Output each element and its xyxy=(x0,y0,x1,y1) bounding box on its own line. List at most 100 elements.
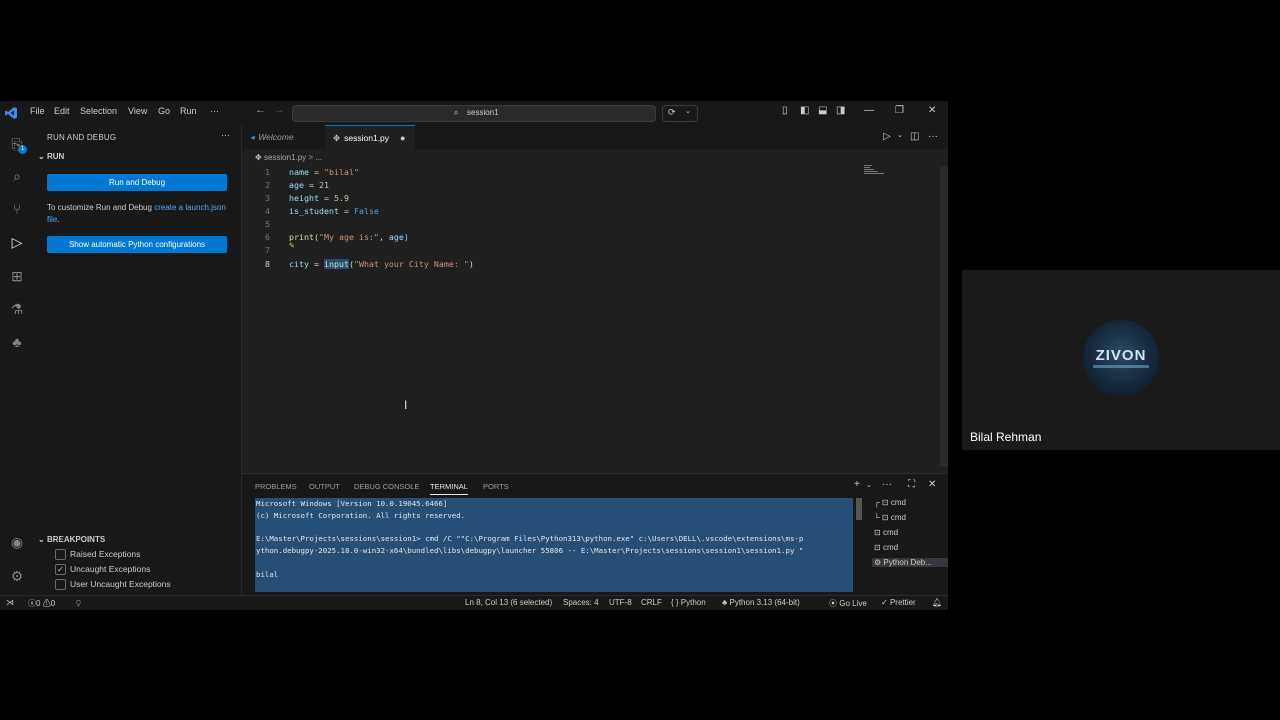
sidebar-title: RUN AND DEBUG xyxy=(47,133,117,142)
chevron-down-icon[interactable]: ⌄ xyxy=(897,131,903,139)
line-number: 4 xyxy=(265,206,270,216)
menu-selection[interactable]: Selection xyxy=(80,106,117,116)
run-debug-icon[interactable]: ▷ xyxy=(8,233,26,251)
toggle-sidebar-icon[interactable]: ◧ xyxy=(800,105,809,116)
command-center-search[interactable]: ⌕ session1 xyxy=(292,105,656,122)
run-and-debug-button[interactable]: Run and Debug xyxy=(47,174,227,191)
testing-icon[interactable]: ⚗ xyxy=(8,300,26,318)
tab-session1-py[interactable]: ✥ session1.py ● xyxy=(325,125,415,150)
menu-view[interactable]: View xyxy=(128,106,147,116)
more-actions-icon[interactable]: ··· xyxy=(928,131,938,142)
terminal-scrollbar[interactable] xyxy=(856,498,862,520)
run-section-header[interactable]: ⌄ RUN xyxy=(38,152,64,161)
token-number: 5.9 xyxy=(333,193,349,203)
encoding[interactable]: UTF-8 xyxy=(609,598,632,607)
line-ending[interactable]: CRLF xyxy=(641,598,662,607)
new-terminal-icon[interactable]: + xyxy=(854,479,860,490)
tab-welcome[interactable]: ◂ Welcome xyxy=(242,125,324,149)
minimize-icon[interactable]: — xyxy=(864,105,874,116)
menu-run[interactable]: Run xyxy=(180,106,197,116)
tab-problems[interactable]: PROBLEMS xyxy=(255,482,297,491)
checkbox-checked[interactable]: ✓ xyxy=(55,564,66,576)
more-actions-icon[interactable]: ··· xyxy=(882,479,892,490)
terminal-output[interactable]: Microsoft Windows [Version 10.0.19045.64… xyxy=(255,498,853,592)
split-editor-icon[interactable]: ◫ xyxy=(910,131,919,142)
menu-go[interactable]: Go xyxy=(158,106,170,116)
checkbox[interactable] xyxy=(55,549,66,561)
breakpoints-title: BREAKPOINTS xyxy=(46,535,106,544)
editor-scrollbar[interactable] xyxy=(940,167,948,467)
back-arrow-icon[interactable]: ← xyxy=(255,104,266,116)
prettier-status[interactable]: ✓ Prettier xyxy=(881,598,916,607)
participant-video-tile[interactable]: ZIVON Bilal Rehman xyxy=(962,270,1280,450)
remote-icon[interactable]: ⋊ xyxy=(6,598,14,607)
tab-terminal[interactable]: TERMINAL xyxy=(430,482,468,495)
more-actions-icon[interactable]: ··· xyxy=(221,130,230,140)
activity-bar: ⎘ 1 ⌕ ⑂ ▷ ⊞ ⚗ ♣ ◉ ⚙ xyxy=(0,125,33,595)
toggle-secondary-sidebar-icon[interactable]: ◨ xyxy=(836,105,845,116)
terminal-item-cmd[interactable]: ⊡ cmd xyxy=(874,543,898,552)
tab-ports[interactable]: PORTS xyxy=(483,482,509,491)
breakpoint-uncaught-exceptions[interactable]: ✓ Uncaught Exceptions xyxy=(55,564,151,576)
more-menu-icon[interactable]: ··· xyxy=(210,106,219,116)
breadcrumb[interactable]: ✥ session1.py > ... xyxy=(255,153,322,162)
terminal-item-python-debug[interactable]: ⚙ Python Deb... xyxy=(872,558,948,567)
terminal-item-cmd[interactable]: ⊡ cmd xyxy=(874,528,898,537)
breakpoint-label: Uncaught Exceptions xyxy=(70,564,151,574)
cursor-position[interactable]: Ln 8, Col 13 (6 selected) xyxy=(465,598,552,607)
vscode-logo-icon xyxy=(5,107,17,119)
terminal-item-cmd[interactable]: ┌ ⊡ cmd xyxy=(874,498,906,507)
terminal-item-cmd[interactable]: └ ⊡ cmd xyxy=(874,513,906,522)
show-python-configurations-button[interactable]: Show automatic Python configurations xyxy=(47,236,227,253)
toggle-panel-icon[interactable]: ⬓ xyxy=(818,105,827,116)
notifications-bell-icon[interactable]: 🔔︎ xyxy=(932,598,942,607)
toggle-layout-icon[interactable]: ▯ xyxy=(782,105,788,116)
terminal-item-label: Python Deb... xyxy=(883,558,932,567)
run-python-file-icon[interactable]: ▷ xyxy=(883,131,891,142)
line-number-current: 8 xyxy=(265,259,270,269)
account-icon[interactable]: ◉ xyxy=(8,533,26,551)
go-live-button[interactable]: ⦿ Go Live xyxy=(829,598,867,609)
tab-output[interactable]: OUTPUT xyxy=(309,482,340,491)
braces-icon: { } xyxy=(671,598,681,607)
menu-edit[interactable]: Edit xyxy=(54,106,70,116)
terminal-item-label: cmd xyxy=(882,543,899,552)
warning-icon: ⚠ xyxy=(42,599,51,608)
tab-debug-console[interactable]: DEBUG CONSOLE xyxy=(354,482,419,491)
language-mode[interactable]: { } Python xyxy=(671,598,706,607)
terminal-item-label: cmd xyxy=(890,513,906,522)
restore-icon[interactable]: ❐ xyxy=(895,105,904,116)
minimap[interactable] xyxy=(864,165,888,175)
forward-arrow-icon[interactable]: → xyxy=(274,104,285,116)
search-icon[interactable]: ⌕ xyxy=(8,167,26,185)
breakpoints-header[interactable]: ⌄ BREAKPOINTS xyxy=(38,535,105,544)
checkbox[interactable] xyxy=(55,579,66,591)
source-control-icon[interactable]: ⑂ xyxy=(8,200,26,218)
indentation[interactable]: Spaces: 4 xyxy=(563,598,599,607)
token-var: is_student xyxy=(289,206,339,216)
problems-status[interactable]: ⓧ0 ⚠0 xyxy=(28,598,55,609)
lightbulb-icon[interactable]: ✎ xyxy=(289,241,294,251)
menu-file[interactable]: File xyxy=(30,106,45,116)
copilot-button[interactable]: ⟳ ⌄ xyxy=(662,105,698,122)
breakpoint-label: User Uncaught Exceptions xyxy=(70,579,171,589)
breakpoint-user-uncaught-exceptions[interactable]: User Uncaught Exceptions xyxy=(55,579,171,591)
close-icon[interactable]: ✕ xyxy=(928,105,936,116)
python-interpreter[interactable]: ♣ Python 3.13 (64-bit) xyxy=(722,598,800,607)
line-number: 2 xyxy=(265,180,270,190)
line-number: 1 xyxy=(265,167,270,177)
code-editor[interactable]: 1 2 3 4 5 6 7 8 name = "bilal" age = 21 … xyxy=(242,165,942,471)
close-panel-icon[interactable]: ✕ xyxy=(928,479,936,490)
settings-gear-icon[interactable]: ⚙ xyxy=(8,567,26,585)
python-file-icon: ✥ xyxy=(333,133,341,143)
breakpoint-raised-exceptions[interactable]: Raised Exceptions xyxy=(55,549,140,561)
unsaved-dot-icon[interactable]: ● xyxy=(400,126,405,150)
python-icon[interactable]: ♣ xyxy=(8,333,26,351)
code-line-4: is_student = False xyxy=(289,206,379,216)
chevron-down-icon[interactable]: ⌄ xyxy=(866,481,872,489)
participant-name: Bilal Rehman xyxy=(970,430,1042,444)
debug-status-icon[interactable]: ⍜ xyxy=(76,598,81,608)
maximize-panel-icon[interactable]: ⛶ xyxy=(908,479,915,490)
extensions-icon[interactable]: ⊞ xyxy=(8,267,26,285)
warning-count: 0 xyxy=(50,599,56,608)
